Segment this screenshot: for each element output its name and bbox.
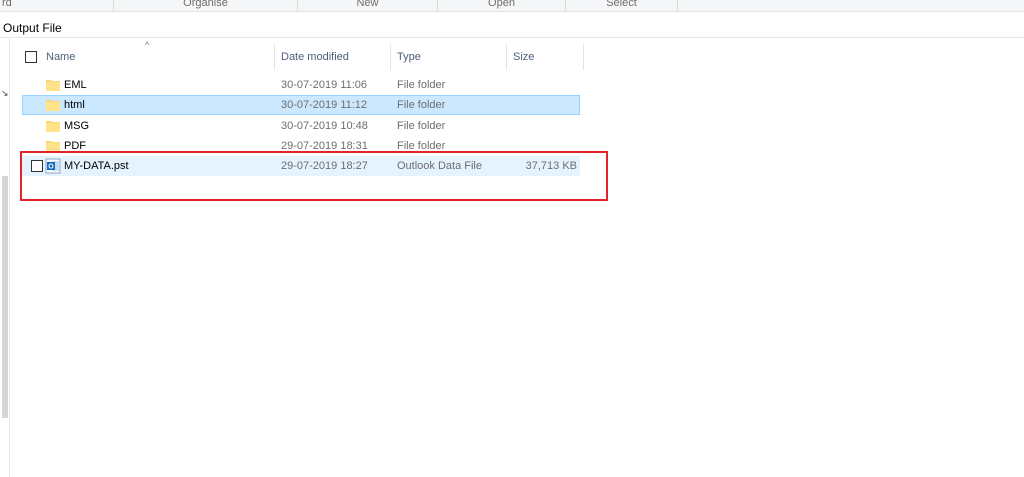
column-header-date-modified[interactable]: Date modified [275, 44, 391, 70]
column-header-name[interactable]: Name [40, 44, 275, 70]
file-date: 30-07-2019 10:48 [281, 120, 368, 132]
file-type: File folder [397, 140, 446, 151]
current-folder-label: Output File [3, 21, 62, 35]
folder-icon [46, 100, 60, 111]
file-row-eml[interactable]: EML 30-07-2019 11:06 File folder [22, 75, 580, 95]
ribbon-group-open: Open [438, 0, 566, 11]
annotation-highlight-box [20, 151, 608, 201]
column-header-size[interactable]: Size [507, 44, 584, 70]
file-size [509, 95, 578, 115]
folder-icon [46, 80, 60, 91]
navigation-pane[interactable]: ↘ [0, 38, 10, 477]
ribbon-group-clipboard: rd [0, 0, 114, 11]
file-type: File folder [397, 79, 446, 91]
file-date: 30-07-2019 11:06 [281, 79, 368, 91]
ribbon-group-select: Select [566, 0, 678, 11]
ribbon-group-new: New [298, 0, 438, 11]
navigation-scrollbar[interactable] [2, 176, 8, 418]
file-date: 30-07-2019 11:12 [281, 99, 368, 111]
file-name[interactable]: PDF [64, 136, 86, 151]
folder-icon [46, 141, 60, 151]
select-all-checkbox[interactable] [25, 51, 37, 63]
file-row-pdf[interactable]: PDF 29-07-2019 18:31 File folder [22, 136, 580, 151]
file-size [508, 75, 577, 95]
file-name[interactable]: MSG [64, 116, 89, 136]
file-name[interactable]: EML [64, 75, 87, 95]
file-date: 29-07-2019 18:31 [281, 140, 368, 151]
file-type: File folder [397, 120, 446, 132]
ribbon-bar: rd Organise New Open Select [0, 0, 1024, 12]
folder-icon [46, 121, 60, 132]
file-size [508, 136, 577, 151]
file-row-msg[interactable]: MSG 30-07-2019 10:48 File folder [22, 116, 580, 136]
file-name[interactable]: html [64, 95, 85, 115]
expand-arrow-icon[interactable]: ↘ [1, 88, 9, 99]
file-row-html[interactable]: html 30-07-2019 11:12 File folder [22, 95, 580, 115]
file-size [508, 116, 577, 136]
column-header-type[interactable]: Type [391, 44, 507, 70]
file-type: File folder [397, 99, 446, 111]
address-bar[interactable]: Output File [0, 18, 1024, 38]
ribbon-group-organise: Organise [114, 0, 298, 11]
